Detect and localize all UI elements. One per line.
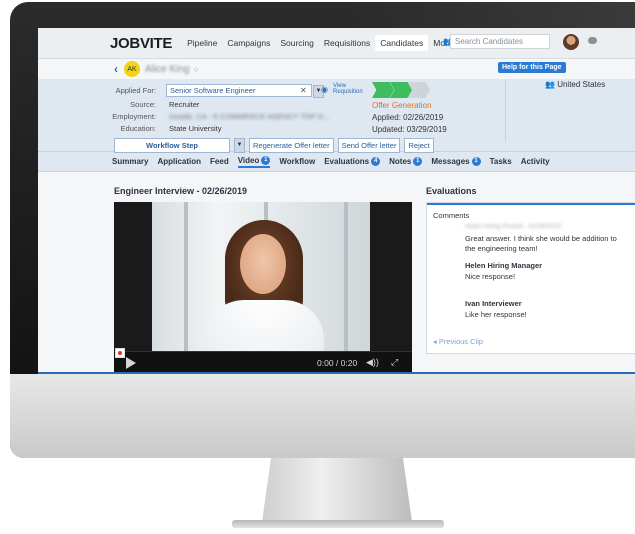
window-frame — [184, 202, 188, 352]
comment-author: Ivan Interviewer — [465, 299, 522, 308]
comment-text: Nice response! — [465, 272, 516, 281]
comments-label: Comments — [433, 211, 470, 220]
applied-for-select[interactable]: Senior Software Engineer — [166, 84, 312, 97]
tab-bar: Summary Application Feed Video 1 Workflow… — [38, 151, 635, 172]
employment-label: Employment: — [112, 112, 156, 121]
applied-for-label: Applied For: — [115, 86, 156, 95]
record-icon[interactable] — [115, 348, 125, 358]
fullscreen-icon[interactable]: ⤢ — [391, 357, 398, 368]
tab-video[interactable]: Video 1 — [237, 155, 271, 168]
progress-step-1 — [372, 82, 394, 98]
nav-campaigns[interactable]: Campaigns — [222, 35, 275, 51]
nav-candidates[interactable]: Candidates — [375, 35, 429, 51]
source-value: Recruiter — [169, 100, 200, 109]
help-button[interactable]: Help for this Page — [498, 62, 566, 73]
count-badge: 1 — [261, 155, 271, 165]
education-label: Education: — [120, 124, 156, 133]
count-badge: 1 — [413, 157, 423, 166]
view-requisition-link[interactable]: View Requisition — [333, 83, 363, 95]
tab-label: Evaluations — [324, 157, 370, 166]
comment-author: Helen Hiring Manager — [465, 261, 543, 270]
source-label: Source: — [130, 100, 156, 109]
candidate-avatar: AK — [124, 61, 140, 77]
chevron-down-icon[interactable]: ▼ — [234, 138, 245, 153]
tab-label: Video — [237, 155, 260, 165]
arrow-left-icon: ◂ — [433, 337, 437, 346]
tab-workflow[interactable]: Workflow — [279, 157, 315, 166]
nav-requisitions[interactable]: Requisitions — [319, 35, 375, 51]
tab-notes[interactable]: Notes 1 — [389, 157, 423, 166]
nav-pipeline[interactable]: Pipeline — [182, 35, 222, 51]
tab-label: Workflow — [279, 157, 316, 166]
send-offer-button[interactable]: Send Offer letter — [337, 138, 401, 153]
nav-sourcing[interactable]: Sourcing — [275, 35, 319, 51]
workflow-step-select[interactable]: Workflow Step — [114, 138, 230, 153]
comment-meta: Helen Hiring Posted - 02/26/2019 — [465, 223, 562, 230]
reject-button[interactable]: Reject — [404, 138, 435, 153]
tab-label: Feed — [210, 157, 229, 166]
count-badge: 4 — [371, 157, 381, 166]
tab-evaluations[interactable]: Evaluations 4 — [324, 157, 381, 166]
app-screen: JOBVITE Pipeline Campaigns Sourcing Requ… — [38, 28, 635, 374]
tab-activity[interactable]: Activity — [521, 157, 550, 166]
play-icon[interactable] — [126, 357, 136, 369]
tab-label: Tasks — [489, 157, 512, 166]
employment-value: Seattle, CA - E-COMMERCE AGENCY TOP G... — [169, 112, 330, 121]
tab-label: Messages — [431, 157, 470, 166]
previous-clip-link[interactable]: ◂ Previous Clip — [433, 337, 483, 346]
tab-feed[interactable]: Feed — [210, 157, 229, 166]
candidate-details: Applied For: Senior Software Engineer ✕ … — [38, 79, 635, 153]
monitor-stand — [262, 458, 412, 522]
location-icon: 👥 — [545, 80, 555, 89]
count-badge: 1 — [471, 157, 481, 166]
evaluations-title: Evaluations — [426, 186, 477, 196]
screen-bottom-border — [38, 372, 635, 374]
divider — [505, 79, 506, 141]
comment-text: Great answer. I think she would be addit… — [465, 234, 617, 253]
tab-label: Application — [157, 157, 202, 166]
chat-icon[interactable] — [588, 37, 597, 44]
previous-clip-label: Previous Clip — [438, 337, 484, 346]
app-logo[interactable]: JOBVITE — [110, 35, 172, 52]
candidate-header: ‹ AK Alice King ○ Help for this Page — [38, 59, 635, 79]
video-time: 0:00 / 0:20 — [317, 358, 358, 368]
eye-icon[interactable]: ◉ — [321, 85, 328, 94]
tab-application[interactable]: Application — [157, 157, 201, 166]
updated-date: Updated: 03/29/2019 — [372, 125, 447, 134]
country-label: United States — [557, 80, 606, 89]
clear-icon[interactable]: ✕ — [300, 86, 307, 95]
volume-icon[interactable]: ◀)) — [366, 357, 379, 368]
evaluations-panel: Comments Helen Hiring Posted - 02/26/201… — [426, 202, 635, 354]
action-row: Workflow Step ▼ Regenerate Offer letter … — [114, 138, 435, 153]
monitor-chin — [10, 374, 635, 458]
search-placeholder: Search Candidates — [455, 37, 524, 46]
country: 👥 United States — [545, 80, 605, 89]
stage-progress — [372, 82, 442, 98]
stage-label: Offer Generation — [372, 101, 432, 110]
status-circle-icon: ○ — [193, 64, 199, 74]
comment-text: Like her response! — [465, 310, 527, 319]
back-arrow-icon[interactable]: ‹ — [114, 62, 118, 76]
user-avatar[interactable] — [563, 34, 579, 50]
education-value: State University — [169, 124, 222, 133]
candidate-name: Alice King — [145, 63, 190, 75]
regenerate-offer-button[interactable]: Regenerate Offer letter — [249, 138, 334, 153]
tab-label: Activity — [520, 157, 550, 166]
video-player[interactable]: 0:00 / 0:20 ◀)) ⤢ — [114, 202, 412, 374]
panel-accent — [427, 203, 635, 205]
tab-tasks[interactable]: Tasks — [490, 157, 512, 166]
applied-date: Applied: 02/26/2019 — [372, 113, 444, 122]
window-frame — [344, 202, 348, 352]
monitor-foot — [232, 520, 444, 528]
tab-messages[interactable]: Messages 1 — [431, 157, 481, 166]
candidate-face — [240, 234, 286, 294]
tab-label: Summary — [112, 157, 149, 166]
tab-label: Notes — [389, 157, 412, 166]
tab-summary[interactable]: Summary — [112, 157, 148, 166]
video-title: Engineer Interview - 02/26/2019 — [114, 186, 248, 196]
search-input[interactable]: Search Candidates — [450, 34, 550, 49]
